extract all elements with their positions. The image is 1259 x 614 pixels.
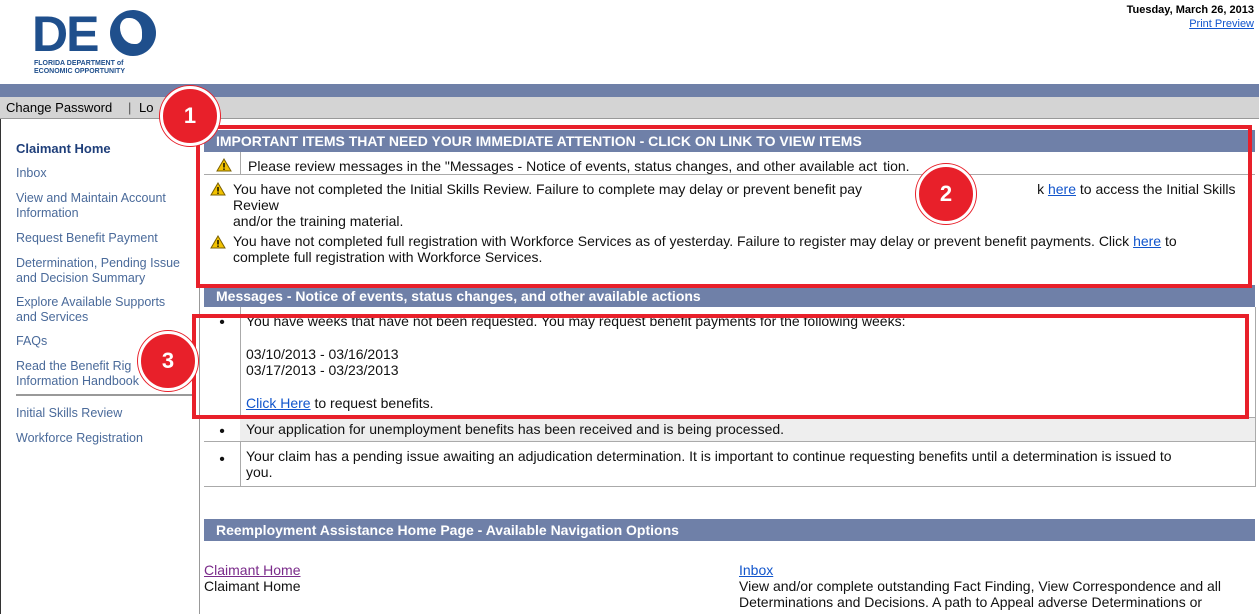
deo-logo: DE FLORIDA DEPARTMENT of ECONOMIC OPPORT… — [32, 6, 156, 80]
logo-subtitle-line1: FLORIDA DEPARTMENT of — [34, 60, 124, 67]
message-application: Your application for unemployment benefi… — [246, 421, 785, 437]
logo-subtitle: FLORIDA DEPARTMENT of ECONOMIC OPPORTUNI… — [34, 60, 125, 76]
callout-box-weeks-message — [192, 314, 1249, 419]
print-preview-link[interactable]: Print Preview — [1189, 18, 1254, 30]
callout-badge-3: 3 — [138, 331, 198, 391]
logo-subtitle-line2: ECONOMIC OPPORTUNITY — [34, 68, 126, 75]
list-bullet: • — [219, 423, 225, 440]
message-pending-issue: Your claim has a pending issue awaiting … — [246, 448, 1172, 480]
nav-inbox-link[interactable]: Inbox — [739, 562, 773, 578]
messages-header: Messages - Notice of events, status chan… — [204, 285, 1255, 307]
nav-inbox-desc: View and/or complete outstanding Fact Fi… — [739, 578, 1221, 610]
sidebar-item-handbook-line2[interactable]: Information Handbook — [16, 374, 139, 389]
page-header: DE FLORIDA DEPARTMENT of ECONOMIC OPPORT… — [0, 0, 1259, 84]
nav-options-header: Reemployment Assistance Home Page - Avai… — [204, 519, 1255, 541]
list-bullet: • — [219, 451, 225, 468]
change-password-link[interactable]: Change Password — [6, 100, 112, 115]
sidebar-item-handbook[interactable]: Read the Benefit Rig — [16, 359, 131, 374]
sidebar-item-explore-supports-line2[interactable]: and Services — [16, 310, 88, 325]
sidebar-item-determination-line2[interactable]: and Decision Summary — [16, 271, 145, 286]
sidebar-item-request-payment[interactable]: Request Benefit Payment — [16, 231, 158, 246]
sidebar-item-workforce-registration[interactable]: Workforce Registration — [16, 431, 143, 446]
sidebar-item-determination[interactable]: Determination, Pending Issue — [16, 256, 180, 271]
sidebar-item-skills-review[interactable]: Initial Skills Review — [16, 406, 122, 421]
sidebar-item-inbox[interactable]: Inbox — [16, 166, 47, 181]
sidebar-divider — [16, 394, 196, 396]
sidebar-item-faqs[interactable]: FAQs — [16, 334, 47, 349]
sidebar-item-view-account[interactable]: View and Maintain Account — [16, 191, 166, 206]
current-date: Tuesday, March 26, 2013 — [1126, 4, 1254, 16]
nav-claimant-home-desc: Claimant Home — [204, 578, 301, 594]
callout-badge-1: 1 — [160, 86, 220, 146]
nav-claimant-home-link[interactable]: Claimant Home — [204, 562, 300, 578]
logout-link[interactable]: Lo — [139, 100, 153, 115]
sidebar-item-explore-supports[interactable]: Explore Available Supports — [16, 295, 165, 310]
florida-seal-icon — [110, 10, 156, 56]
callout-badge-2: 2 — [916, 164, 976, 224]
sidebar-item-view-account-line2[interactable]: Information — [16, 206, 79, 221]
sidebar-item-claimant-home[interactable]: Claimant Home — [16, 141, 111, 156]
logo-letters: DE — [32, 6, 99, 62]
callout-box-important-items — [196, 125, 1252, 288]
